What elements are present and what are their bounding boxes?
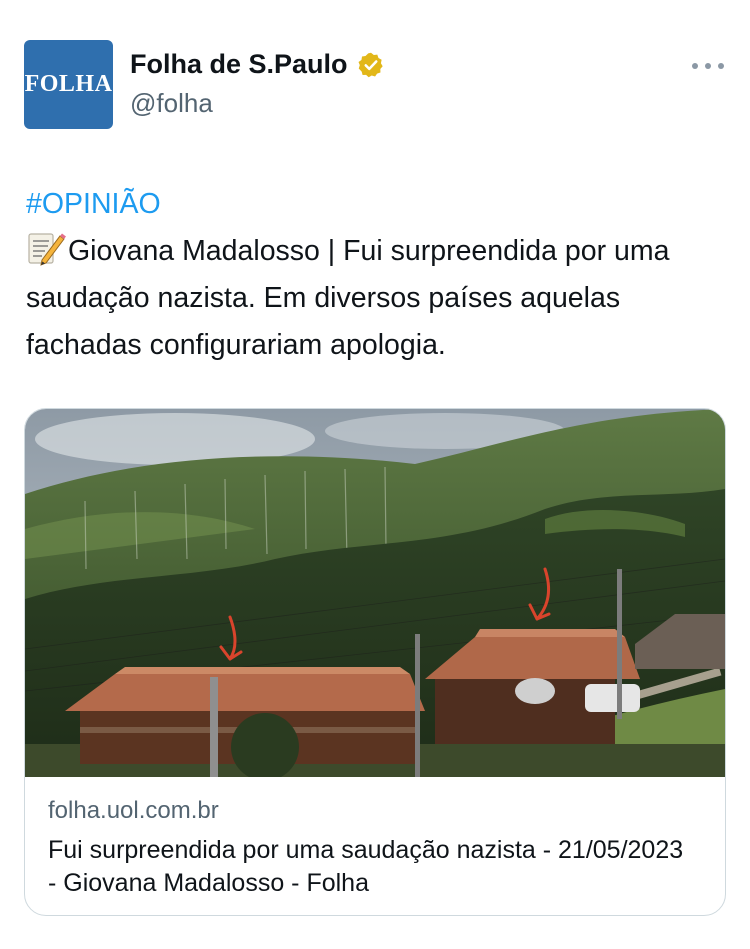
card-title: Fui surpreendida por uma saudação nazist… (48, 836, 684, 897)
link-preview-card[interactable]: folha.uol.com.br Fui surpreendida por um… (24, 408, 726, 916)
hashtag-link[interactable]: #OPINIÃO (26, 181, 731, 228)
verified-badge-icon (358, 52, 383, 77)
card-domain: folha.uol.com.br (48, 797, 219, 824)
account-name[interactable]: Folha de S.Paulo (130, 49, 348, 80)
avatar-logo-text: FOLHA (24, 71, 113, 97)
memo-icon (28, 233, 66, 266)
tweet-body: Giovana Madalosso | Fui surpreendida por… (26, 235, 670, 361)
more-options-icon[interactable] (692, 54, 724, 78)
account-avatar[interactable]: FOLHA (24, 40, 113, 129)
account-handle[interactable]: @folha (130, 88, 213, 119)
card-image[interactable] (25, 409, 725, 777)
tweet-text: #OPINIÃO Giovana Madalosso | Fui surpree… (26, 181, 731, 369)
account-name-row[interactable]: Folha de S.Paulo (130, 49, 385, 80)
